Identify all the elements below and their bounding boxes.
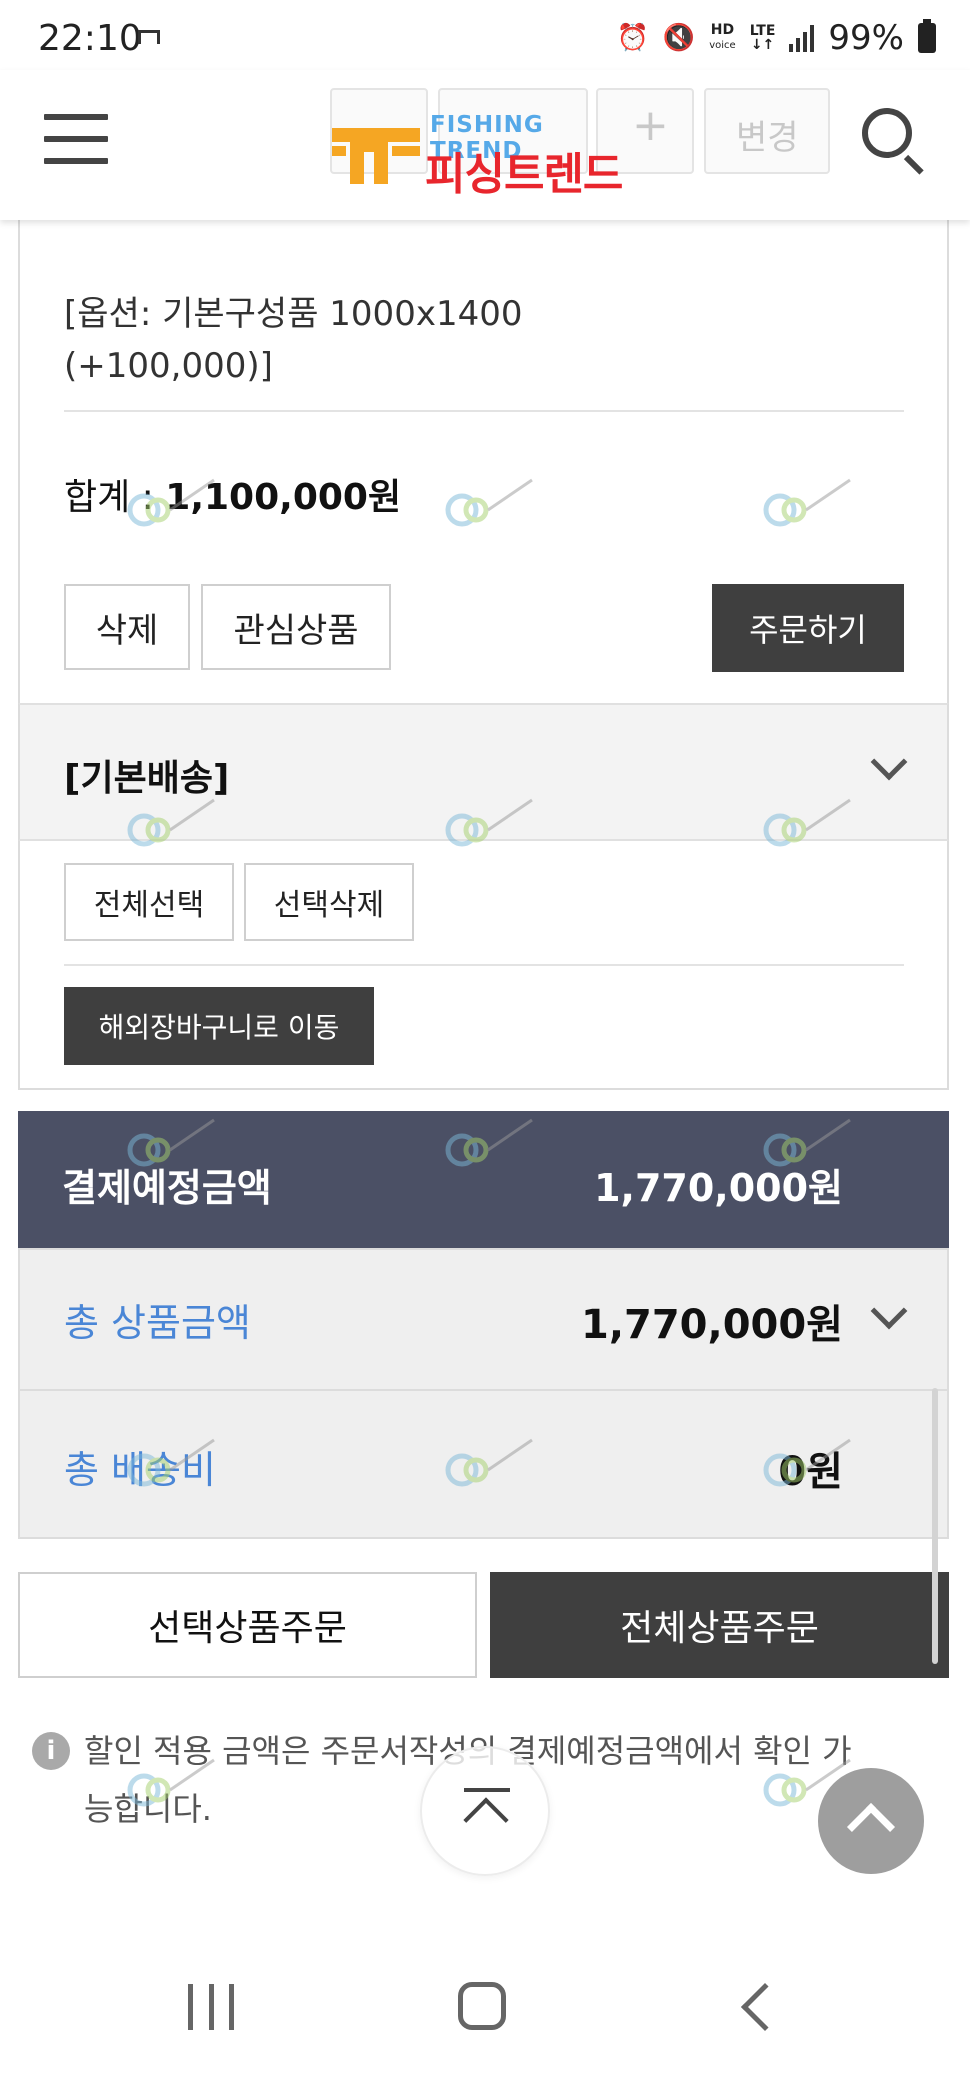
mute-icon: 🔇 <box>662 23 696 53</box>
site-logo[interactable]: FISHING TREND 피싱트렌드 <box>330 112 640 200</box>
chevron-down-icon[interactable] <box>870 743 908 781</box>
product-total-label: 총 상품금액 <box>64 1301 251 1345</box>
site-header: + 변경 FISHING TREND 피싱트렌드 <box>0 70 970 220</box>
order-item-button[interactable]: 주문하기 <box>712 584 904 672</box>
delete-selected-button[interactable]: 선택삭제 <box>244 863 414 941</box>
ghost-change-label: 변경 <box>736 118 799 158</box>
shipping-total-row: 총 배송비 0원 <box>18 1389 949 1539</box>
go-top-button[interactable] <box>818 1768 924 1874</box>
signal-icon <box>789 24 815 52</box>
shipping-total-value: 0원 <box>778 1449 843 1495</box>
battery-icon <box>918 19 936 53</box>
hd-voice-icon: HD voice <box>709 23 735 53</box>
delivery-section-header[interactable]: [기본배송] <box>18 703 949 841</box>
recent-apps-icon[interactable] <box>188 1984 234 2030</box>
item-total-label: 합계 : <box>64 477 166 518</box>
back-icon[interactable] <box>740 1982 790 2032</box>
logo-title: 피싱트렌드 <box>425 149 623 200</box>
payment-estimate-value: 1,770,000원 <box>594 1166 843 1210</box>
select-all-button[interactable]: 전체선택 <box>64 863 234 941</box>
menu-icon[interactable] <box>44 114 108 164</box>
delivery-section-title: [기본배송] <box>64 758 230 799</box>
status-bar: 22:10 ⏰ 🔇 HD voice LTE ↓↑ 99% <box>0 0 970 70</box>
product-total-row[interactable]: 총 상품금액 1,770,000원 <box>18 1248 949 1391</box>
product-total-value: 1,770,000원 <box>580 1302 843 1348</box>
divider <box>64 410 904 412</box>
hd-label: HD <box>710 22 735 38</box>
payment-estimate-bar: 결제예정금액 1,770,000원 <box>18 1111 949 1248</box>
item-total: 합계 : 1,100,000원 <box>64 468 401 520</box>
notification-icon <box>138 30 160 44</box>
home-icon[interactable] <box>458 1982 506 2030</box>
payment-estimate-label: 결제예정금액 <box>62 1166 272 1210</box>
divider <box>64 964 904 966</box>
alarm-icon: ⏰ <box>616 23 649 53</box>
shipping-total-label: 총 배송비 <box>64 1448 216 1492</box>
system-nav-bar <box>0 1934 970 2081</box>
order-selected-button[interactable]: 선택상품주문 <box>18 1572 477 1678</box>
battery-percent: 99% <box>828 18 904 58</box>
move-overseas-cart-button[interactable]: 해외장바구니로 이동 <box>64 987 374 1065</box>
info-icon: i <box>32 1732 70 1770</box>
search-icon[interactable] <box>862 108 926 175</box>
chevron-down-icon[interactable] <box>870 1292 908 1330</box>
wishlist-button[interactable]: 관심상품 <box>201 584 391 670</box>
status-icons: ⏰ 🔇 HD voice LTE ↓↑ 99% <box>616 18 936 58</box>
scrollbar[interactable] <box>932 1388 938 1664</box>
lte-label: LTE <box>749 23 776 39</box>
logo-mark-icon <box>332 128 420 184</box>
item-total-value: 1,100,000원 <box>165 477 402 518</box>
voice-label: voice <box>709 40 736 51</box>
item-option: [옵션: 기본구성품 1000x1400 (+100,000)] <box>64 294 523 386</box>
order-all-button[interactable]: 전체상품주문 <box>490 1572 949 1678</box>
delete-button[interactable]: 삭제 <box>64 584 190 670</box>
status-time: 22:10 <box>38 18 142 59</box>
scroll-to-top-icon[interactable] <box>420 1746 550 1876</box>
lte-icon: LTE ↓↑ <box>749 23 776 53</box>
